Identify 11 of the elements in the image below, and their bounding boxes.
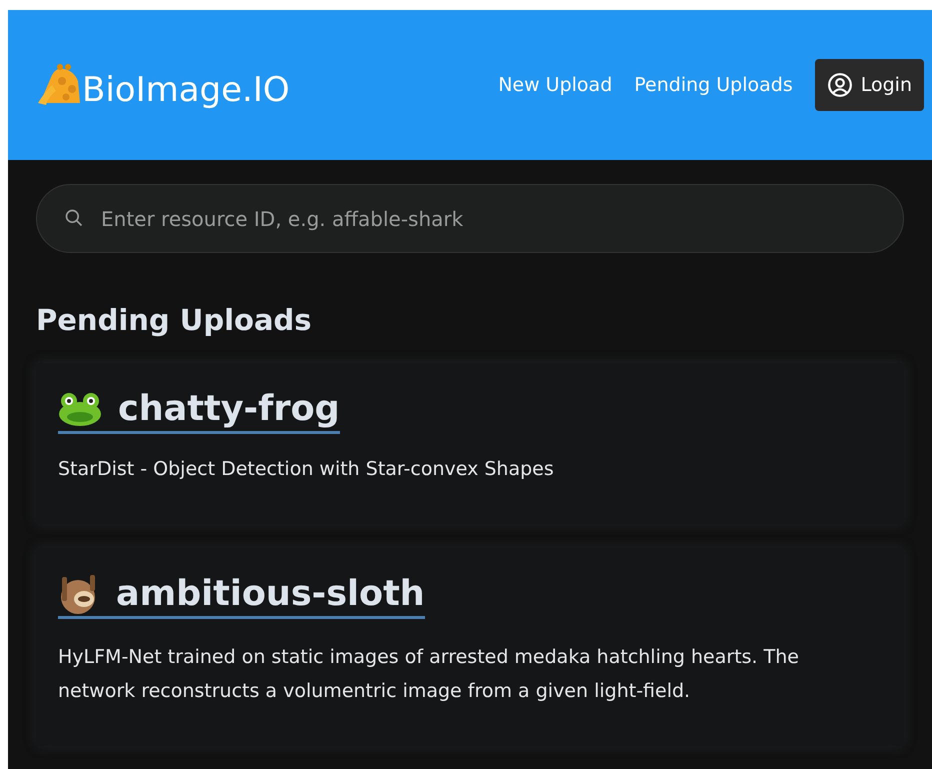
upload-title-link[interactable]: chatty-frog [58,386,340,434]
upload-description: HyLFM-Net trained on static images of arrested medaka hatchling hearts. The network reconstructs a volumentric image from a given light-field. [58,644,800,704]
frog-icon [58,392,102,426]
upload-description: StarDist - Object Detection with Star-convex Shapes [58,456,555,482]
search-icon [64,208,84,228]
upload-title-link[interactable]: ambitious-sloth [58,572,425,618]
section-title: Pending Uploads [36,302,313,339]
login-button[interactable]: Login [814,59,924,111]
logo-text: BioImage.IO [82,73,290,107]
search-field[interactable]: Enter resource ID, e.g. affable-shark [36,184,904,253]
user-icon [826,72,853,98]
